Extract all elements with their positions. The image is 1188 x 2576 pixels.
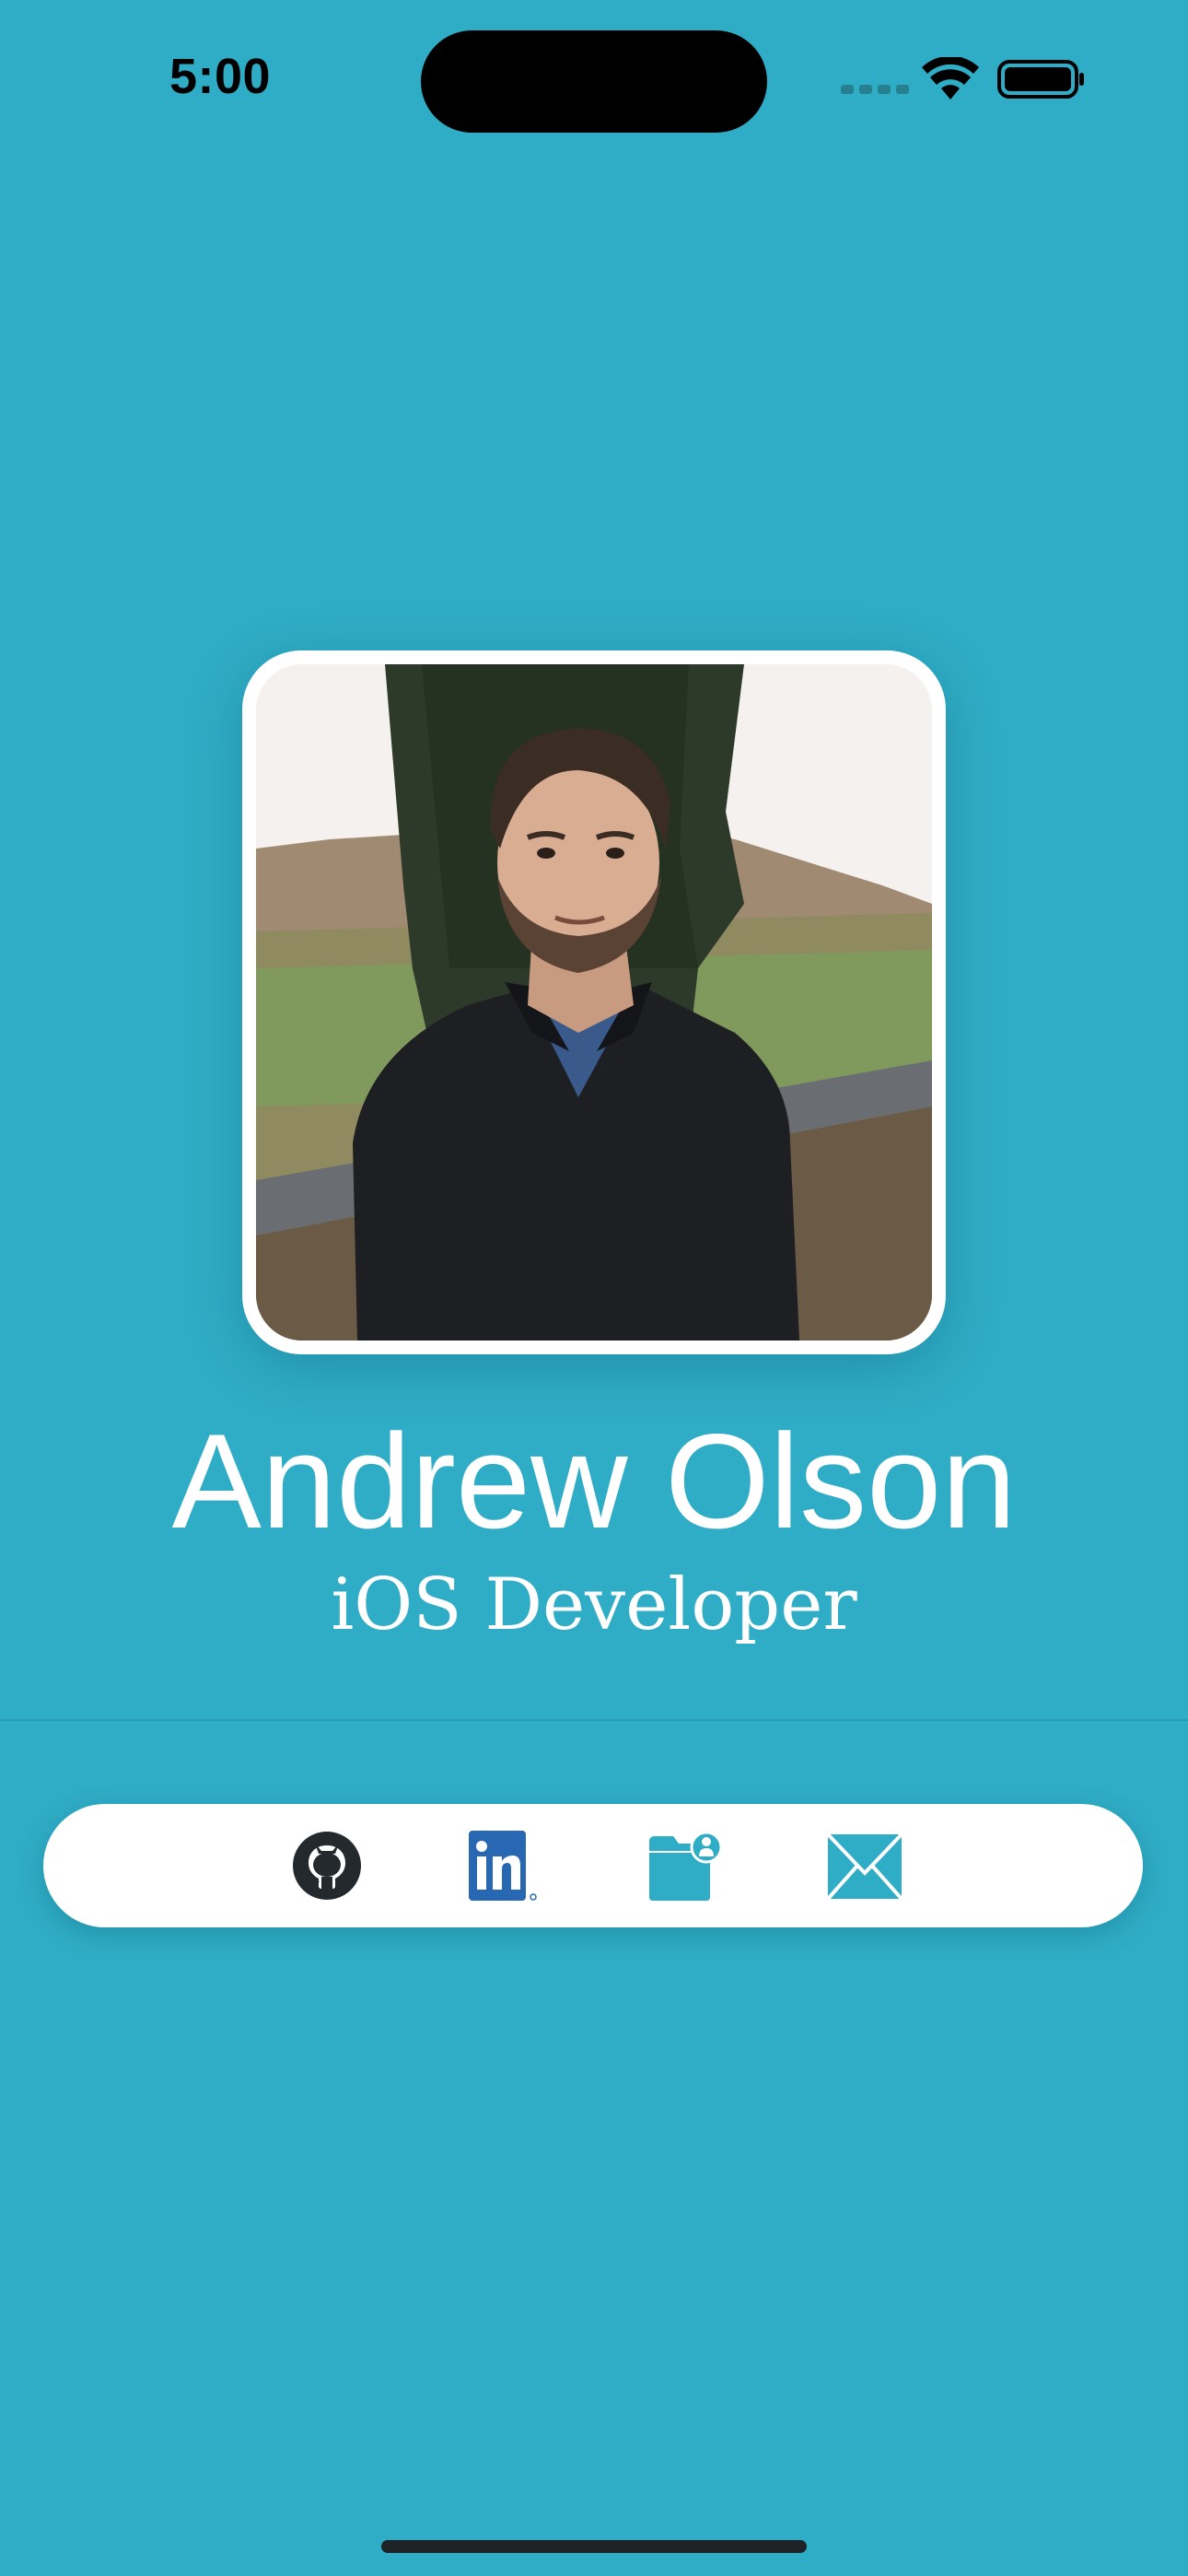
email-icon [828, 1832, 902, 1901]
email-button[interactable] [828, 1829, 902, 1903]
home-indicator[interactable] [381, 2540, 807, 2553]
divider [0, 1719, 1188, 1721]
battery-icon [997, 60, 1084, 99]
github-icon [293, 1832, 361, 1900]
linkedin-icon [469, 1831, 537, 1901]
cellular-signal-icon [841, 85, 909, 94]
profile-photo-frame [242, 650, 946, 1354]
profile-photo [256, 664, 932, 1341]
dynamic-island [421, 30, 767, 133]
social-links-bar [43, 1804, 1143, 1927]
wifi-icon [922, 57, 979, 100]
linkedin-button[interactable] [467, 1829, 541, 1903]
profile-photo-image [256, 664, 932, 1341]
profile-title: iOS Developer [331, 1563, 857, 1646]
status-time: 5:00 [169, 49, 272, 104]
github-button[interactable] [290, 1829, 364, 1903]
portfolio-folder-icon [649, 1831, 721, 1901]
portfolio-button[interactable] [647, 1829, 721, 1903]
profile-name: Andrew Olson [171, 1406, 1017, 1556]
